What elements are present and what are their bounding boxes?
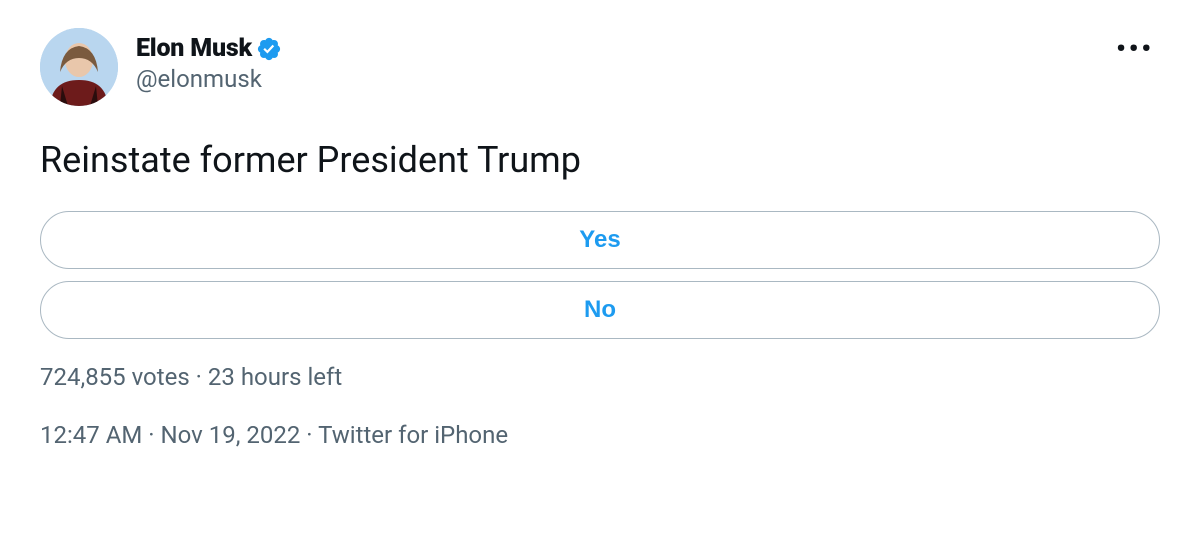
poll-meta: 724,855 votes 23 hours left — [40, 363, 1160, 391]
dot-separator — [190, 363, 208, 391]
tweet-card: Elon Musk @elonmusk ••• Reinstate former… — [0, 0, 1200, 469]
poll-votes: 724,855 votes — [40, 363, 190, 391]
user-handle[interactable]: @elonmusk — [136, 65, 282, 93]
tweet-date: Nov 19, 2022 — [161, 421, 301, 449]
dot-separator — [300, 421, 318, 449]
display-name-row: Elon Musk — [136, 34, 282, 63]
display-name[interactable]: Elon Musk — [136, 34, 252, 63]
tweet-timestamp: 12:47 AM Nov 19, 2022 Twitter for iPhone — [40, 421, 1160, 449]
poll-option-no[interactable]: No — [40, 281, 1160, 339]
verified-badge-icon — [256, 36, 282, 62]
tweet-header: Elon Musk @elonmusk ••• — [40, 28, 1160, 106]
avatar-image — [40, 28, 118, 106]
avatar[interactable] — [40, 28, 118, 106]
tweet-time: 12:47 AM — [40, 421, 142, 449]
dot-separator — [142, 421, 160, 449]
poll-option-yes[interactable]: Yes — [40, 211, 1160, 269]
more-options-button[interactable]: ••• — [1110, 30, 1160, 68]
poll-time-left: 23 hours left — [208, 363, 342, 391]
user-names: Elon Musk @elonmusk — [136, 28, 282, 93]
tweet-text: Reinstate former President Trump — [40, 138, 1160, 183]
tweet-source: Twitter for iPhone — [318, 421, 508, 449]
poll: Yes No 724,855 votes 23 hours left — [40, 211, 1160, 391]
